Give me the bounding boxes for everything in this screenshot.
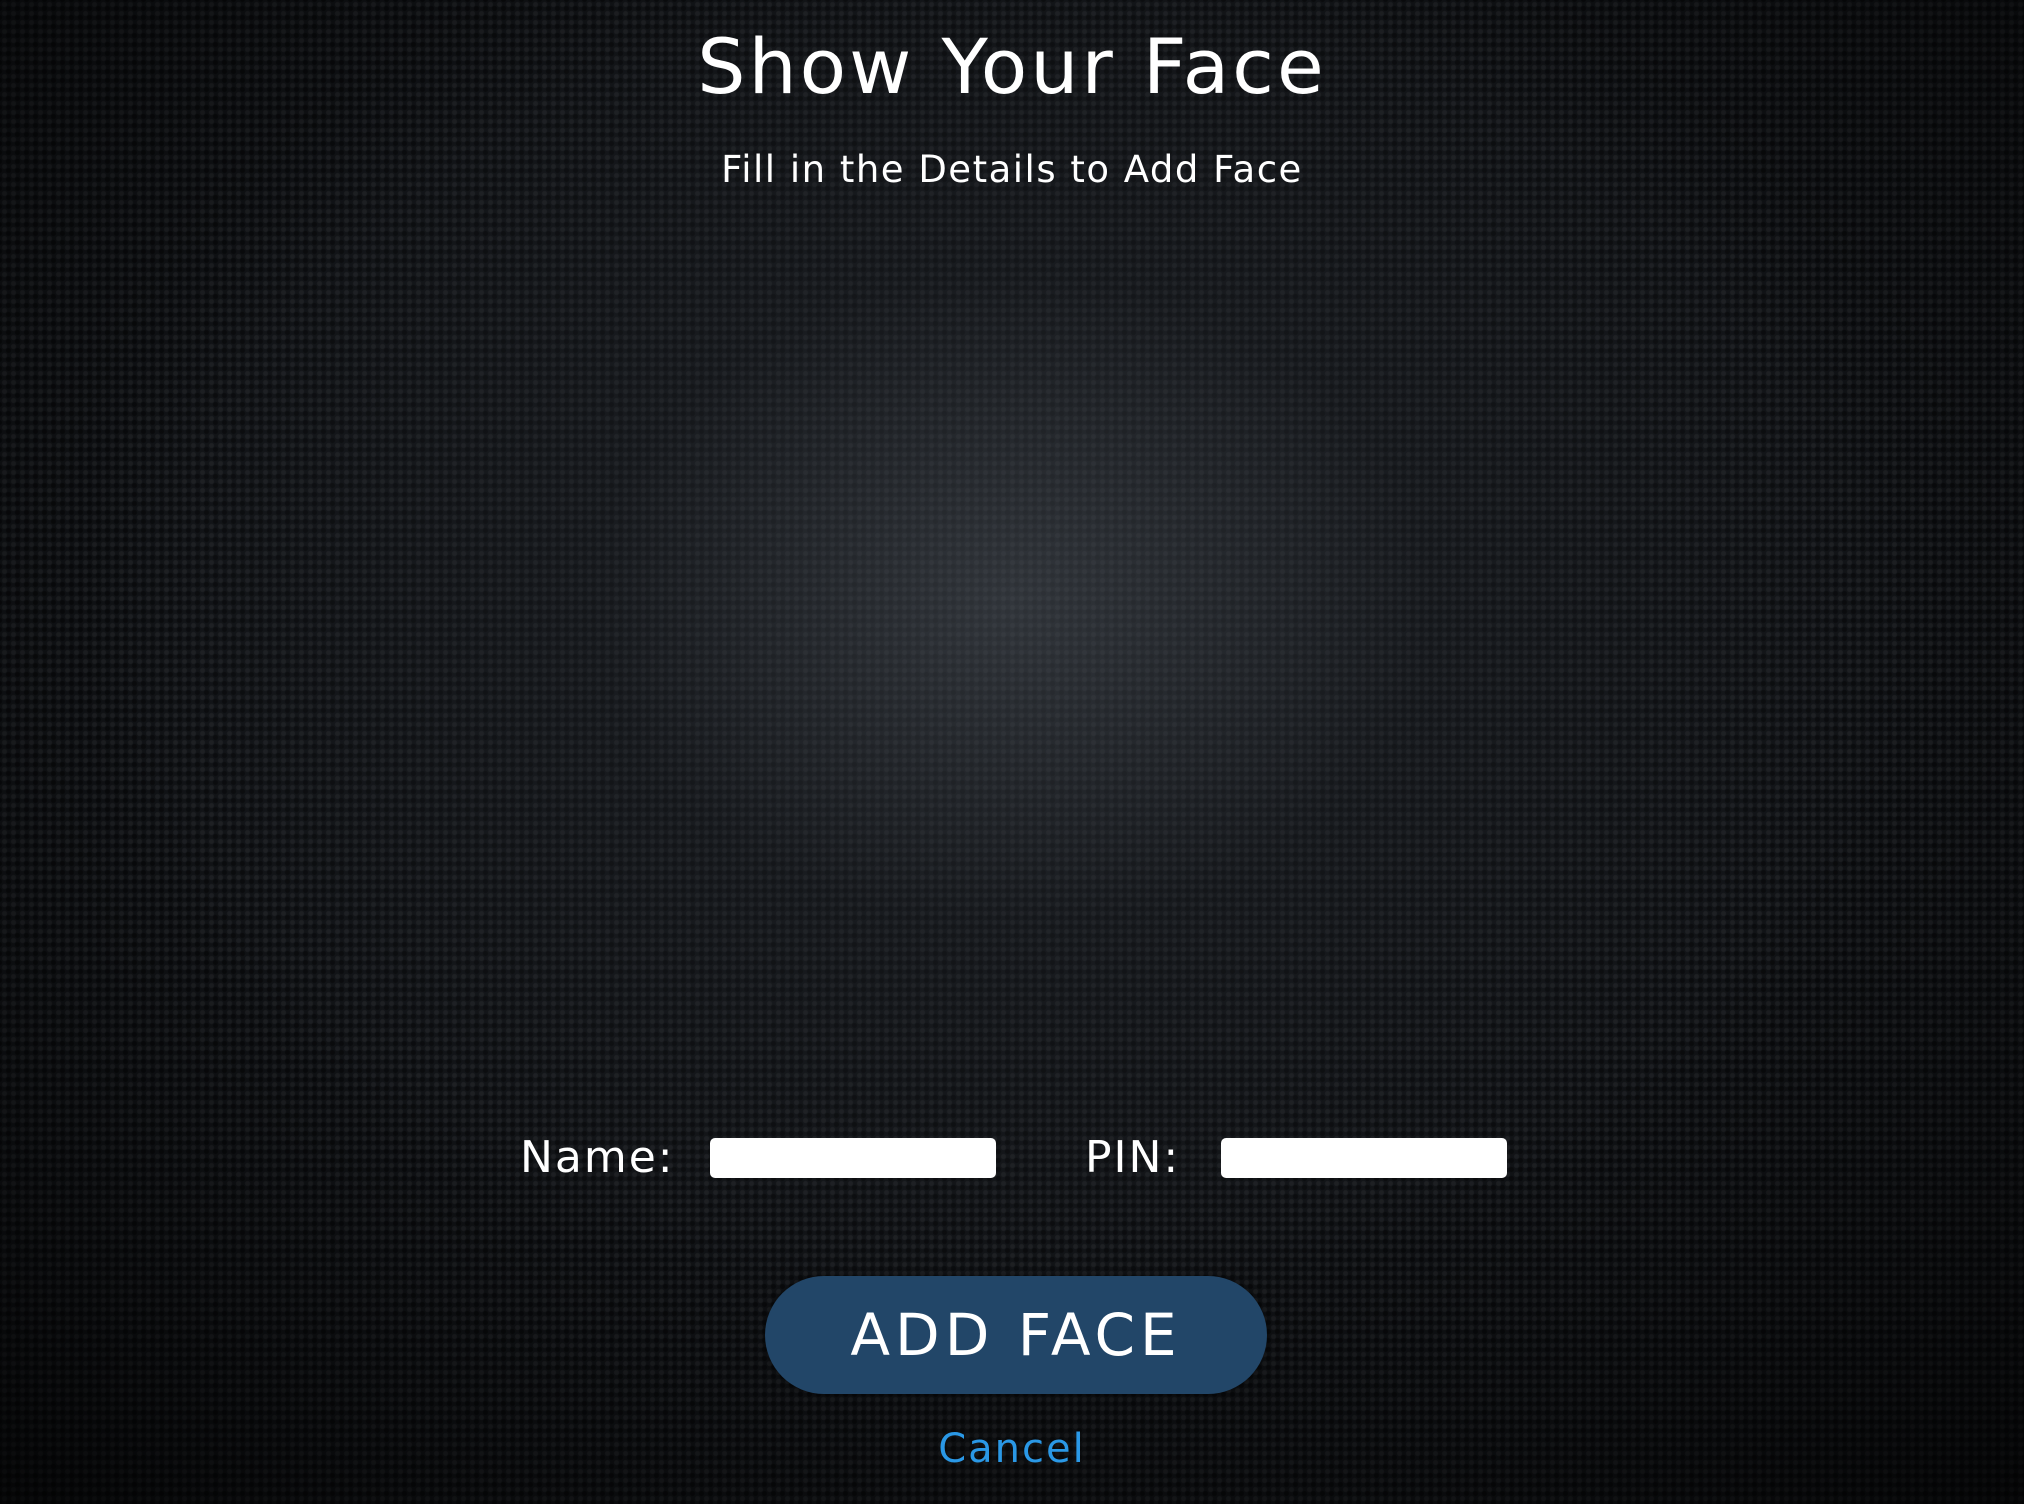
camera-preview bbox=[380, 220, 1644, 1080]
name-label: Name: bbox=[520, 1131, 675, 1183]
name-input[interactable] bbox=[710, 1138, 996, 1178]
pin-label: PIN: bbox=[1085, 1131, 1181, 1183]
cancel-link[interactable]: Cancel bbox=[0, 1426, 2024, 1472]
name-field-row: Name: bbox=[520, 1122, 996, 1192]
page-subtitle: Fill in the Details to Add Face bbox=[721, 148, 1303, 191]
page-title: Show Your Face bbox=[697, 22, 1327, 111]
add-face-button[interactable]: ADD FACE bbox=[765, 1276, 1267, 1394]
pin-input[interactable] bbox=[1221, 1138, 1507, 1178]
pin-field-row: PIN: bbox=[1085, 1122, 1507, 1192]
